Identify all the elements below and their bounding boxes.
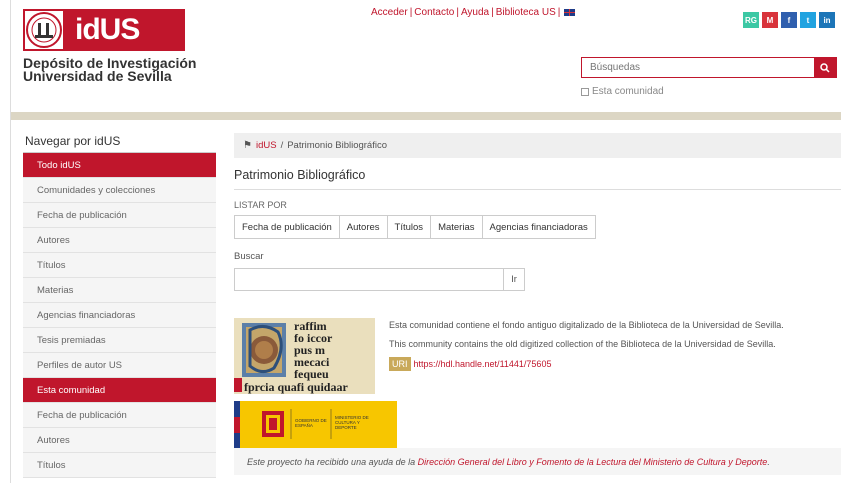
breadcrumb-current: Patrimonio Bibliográfico [287,140,387,151]
manuscript-line: fequeu [294,367,329,381]
search-box [581,57,837,78]
browse-tab[interactable]: Agencias financiadoras [482,216,595,238]
page: idUS Depósito de Investigación Universid… [10,0,841,483]
sidebar-item[interactable]: Esta comunidad [23,378,216,403]
social-links: RG Mf t in [743,12,835,28]
breadcrumb: ⚑ idUS / Patrimonio Bibliográfico [234,133,841,158]
sidebar-item[interactable]: Materias [23,278,216,303]
sidebar-item[interactable]: Títulos [23,253,216,278]
help-link[interactable]: Ayuda [461,7,489,18]
community-description: Esta comunidad contiene el fondo antiguo… [389,319,784,371]
uri-row: URI https://hdl.handle.net/11441/75605 [389,357,784,371]
description-es: Esta comunidad contiene el fondo antiguo… [389,320,784,330]
sidebar-item[interactable]: Títulos [23,453,216,478]
scope-checkbox[interactable]: Esta comunidad [581,86,664,97]
library-link[interactable]: Biblioteca US [496,7,556,18]
funding-end: . [767,456,770,467]
contact-link[interactable]: Contacto [414,7,454,18]
sidebar-item[interactable]: Autores [23,428,216,453]
funding-text: Este proyecto ha recibido una ayuda de l… [247,456,416,467]
browse-tab[interactable]: Títulos [387,216,432,238]
gov-text: GOBIERNO DE ESPAÑA [295,418,327,428]
site-title: Depósito de Investigación Universidad de… [23,56,223,84]
scope-label: Esta comunidad [592,86,664,97]
logo[interactable]: idUS [23,9,185,51]
description-en: This community contains the old digitize… [389,339,776,349]
sidebar-item[interactable]: Fecha de publicación [23,203,216,228]
funding-note: Este proyecto ha recibido una ayuda de l… [234,448,841,475]
sidebar-item[interactable]: Comunidades y colecciones [23,178,216,203]
page-title: Patrimonio Bibliográfico [234,168,841,190]
top-links: Acceder | Contacto | Ayuda | Biblioteca US | [371,7,576,18]
manuscript-line: fprcia quafi quidaar [244,380,348,394]
home-icon[interactable]: ⚑ [243,140,252,151]
community-search: Ir [234,268,525,291]
buscar-label: Buscar [234,251,264,262]
facebook-icon[interactable]: f [781,12,797,28]
sidebar-item[interactable]: Perfiles de autor US [23,353,216,378]
search-button[interactable] [814,58,836,77]
ministry-text: MINISTERIO DE CULTURA Y DEPORTE [335,415,369,430]
sidebar-item[interactable]: Agencias financiadoras [23,303,216,328]
checkbox-icon[interactable] [581,87,589,96]
sidebar-item[interactable]: Tesis premiadas [23,328,216,353]
community-search-button[interactable]: Ir [503,268,525,291]
search-icon [820,62,830,73]
breadcrumb-home-link[interactable]: idUS [256,140,277,151]
funding-link[interactable]: Dirección General del Libro y Fomento de… [418,457,768,467]
uri-link[interactable]: https://hdl.handle.net/11441/75605 [414,358,552,370]
browse-tabs: Fecha de publicación Autores Títulos Materi… [234,215,596,239]
university-seal-icon [23,9,65,51]
browse-tab[interactable]: Materias [431,216,483,238]
logo-text: idUS [75,13,140,46]
sidebar-item[interactable]: Fecha de publicación [23,403,216,428]
sidebar-list: Todo idUS Comunidades y colecciones Fecha … [23,153,216,478]
sidebar-title: Navegar por idUS [23,128,216,153]
twitter-icon[interactable]: t [800,12,816,28]
uri-badge: URI [389,357,411,371]
sidebar-item[interactable]: Todo idUS [23,153,216,178]
logo-wordmark: idUS [65,13,185,47]
community-search-input[interactable] [234,268,503,291]
sidebar-item[interactable]: Autores [23,228,216,253]
login-link[interactable]: Acceder [371,7,408,18]
search-input[interactable] [582,58,814,77]
header-band [11,112,841,120]
government-logo: GOBIERNO DE ESPAÑA MINISTERIO DE CULTURA… [234,401,397,448]
sidebar: Navegar por idUS Todo idUS Comunidades y … [23,128,216,478]
breadcrumb-separator: / [280,140,284,151]
english-flag-icon[interactable] [564,8,576,16]
site-title-line2: Universidad de Sevilla [23,68,172,84]
browse-tab[interactable]: Fecha de publicación [235,216,340,238]
researchgate-icon[interactable]: RG [743,12,759,28]
header: idUS Depósito de Investigación Universid… [11,0,841,112]
browse-label: LISTAR POR [234,200,287,210]
linkedin-icon[interactable]: in [819,12,835,28]
community-logo-manuscript: raffim fo iccor pus m mecaci fequeu fprc… [234,318,375,394]
browse-tab[interactable]: Autores [339,216,388,238]
mendeley-icon[interactable]: M [762,12,778,28]
